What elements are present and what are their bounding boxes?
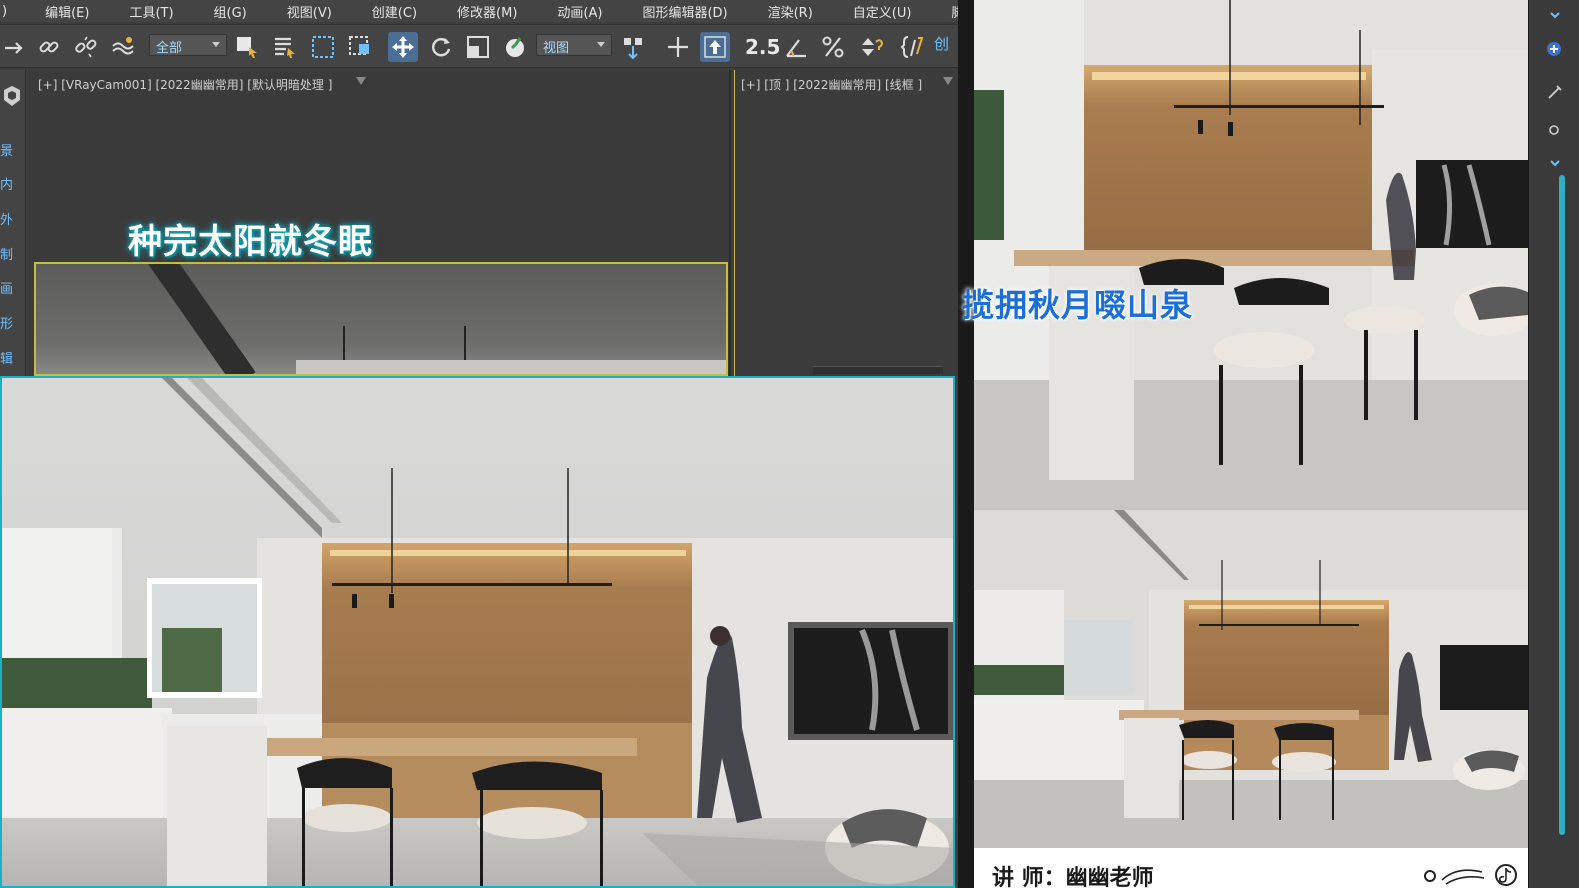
- pivot-center-icon[interactable]: [618, 32, 648, 62]
- chevron-down-icon: [597, 42, 605, 47]
- credit-bar: 讲 师：幽幽老师: [974, 848, 1528, 888]
- perspective-viewport-label[interactable]: [+] [VRayCam001] [2022幽幽常用] [默认明暗处理 ]: [38, 76, 332, 93]
- percent-snap-icon[interactable]: [818, 32, 848, 62]
- menu-item-scripting[interactable]: 脚: [931, 2, 958, 21]
- link-icon[interactable]: [34, 32, 64, 62]
- render-region-preview: [34, 262, 728, 376]
- menu-item-group[interactable]: 组(G): [194, 2, 267, 21]
- scene-explorer-icon[interactable]: [0, 84, 24, 108]
- chevron-down-icon: [212, 42, 220, 47]
- closeup-render-drawing: [974, 0, 1528, 510]
- menu-item-partial[interactable]: ): [0, 4, 25, 19]
- command-panel: 景 内 外 制 画 形 辑: [0, 70, 26, 376]
- top-viewport-label[interactable]: [+] [顶 ] [2022幽幽常用] [线框 ]: [741, 76, 922, 93]
- command-tab-interior[interactable]: 内: [0, 174, 13, 193]
- panel-chevron-icon[interactable]: [1549, 154, 1561, 167]
- right-side-panel: [1529, 0, 1579, 888]
- main-toolbar: 全部 视图 2.5 创: [0, 24, 958, 68]
- command-tab-control[interactable]: 制: [0, 244, 13, 263]
- command-tab-animation[interactable]: 画: [0, 278, 13, 297]
- instructor-credit: 讲 师：幽幽老师: [992, 866, 1154, 888]
- place-icon[interactable]: [500, 32, 530, 62]
- unlink-icon[interactable]: [71, 32, 101, 62]
- create-selection-set-label[interactable]: 创: [934, 33, 949, 54]
- dining-room-render: [2, 378, 953, 886]
- top-viewport[interactable]: [+] [顶 ] [2022幽幽常用] [线框 ]: [734, 70, 958, 376]
- command-tab-scene[interactable]: 景: [0, 140, 13, 159]
- redo-icon[interactable]: [0, 32, 30, 62]
- reference-render-panel: 讲 师：幽幽老师: [974, 0, 1528, 888]
- scale-icon[interactable]: [463, 32, 493, 62]
- menu-item-edit[interactable]: 编辑(E): [25, 2, 109, 21]
- rotate-icon[interactable]: [426, 32, 456, 62]
- command-tab-exterior[interactable]: 外: [0, 209, 13, 228]
- select-object-icon[interactable]: [232, 32, 262, 62]
- wall-strip: [296, 360, 726, 374]
- menu-item-graph-editors[interactable]: 图形编辑器(D): [622, 2, 747, 21]
- douyin-logo-icon: [1424, 864, 1517, 886]
- viewport-filter-icon[interactable]: [943, 77, 953, 85]
- angle-snap-icon[interactable]: [782, 32, 812, 62]
- reference-coordinate-value: 视图: [543, 41, 570, 56]
- menu-item-tools[interactable]: 工具(T): [109, 2, 193, 21]
- snap-toggle-label[interactable]: 2.5: [745, 35, 780, 59]
- selection-filter-dropdown[interactable]: 全部: [149, 34, 227, 56]
- selection-filter-value: 全部: [156, 41, 183, 56]
- command-tab-shape[interactable]: 形: [0, 313, 13, 332]
- spinner-snap-icon[interactable]: [856, 32, 886, 62]
- window-crossing-icon[interactable]: [345, 32, 375, 62]
- move-icon[interactable]: [388, 32, 418, 62]
- select-manipulate-icon[interactable]: [663, 32, 693, 62]
- reference-coordinate-dropdown[interactable]: 视图: [536, 34, 612, 56]
- edit-named-selection-icon[interactable]: [898, 32, 928, 62]
- menu-item-modifiers[interactable]: 修改器(M): [437, 2, 537, 21]
- select-by-name-icon[interactable]: [270, 32, 300, 62]
- subtitle-line-1: 种完太阳就冬眠: [128, 222, 373, 262]
- panel-chevron-icon[interactable]: [1549, 6, 1561, 19]
- panel-tool-icon[interactable]: [1545, 40, 1563, 58]
- menu-bar: ) 编辑(E) 工具(T) 组(G) 视图(V) 创建(C) 修改器(M) 动画…: [0, 0, 958, 22]
- menu-item-customize[interactable]: 自定义(U): [833, 2, 932, 21]
- command-tab-edit[interactable]: 辑: [0, 348, 13, 367]
- closeup-render-image: [974, 0, 1528, 510]
- viewport-scroll-region[interactable]: [813, 366, 943, 374]
- keyboard-shortcut-override-icon[interactable]: [700, 32, 730, 62]
- panel-pen-icon[interactable]: [1547, 84, 1563, 100]
- panel-scrollbar[interactable]: [1559, 175, 1565, 835]
- menu-item-views[interactable]: 视图(V): [267, 2, 352, 21]
- menu-item-create[interactable]: 创建(C): [352, 2, 437, 21]
- rectangular-selection-icon[interactable]: [308, 32, 338, 62]
- wide-render-image: [974, 510, 1528, 848]
- viewport-filter-icon[interactable]: [356, 77, 366, 85]
- wide-render-drawing: [974, 510, 1528, 848]
- bind-spacewarp-icon[interactable]: [108, 32, 138, 62]
- panel-settings-icon[interactable]: [1547, 122, 1561, 136]
- main-render-image: [0, 376, 955, 888]
- menu-item-animation[interactable]: 动画(A): [537, 2, 622, 21]
- menu-item-rendering[interactable]: 渲染(R): [748, 2, 833, 21]
- subtitle-line-2: 揽拥秋月啜山泉: [962, 286, 1194, 324]
